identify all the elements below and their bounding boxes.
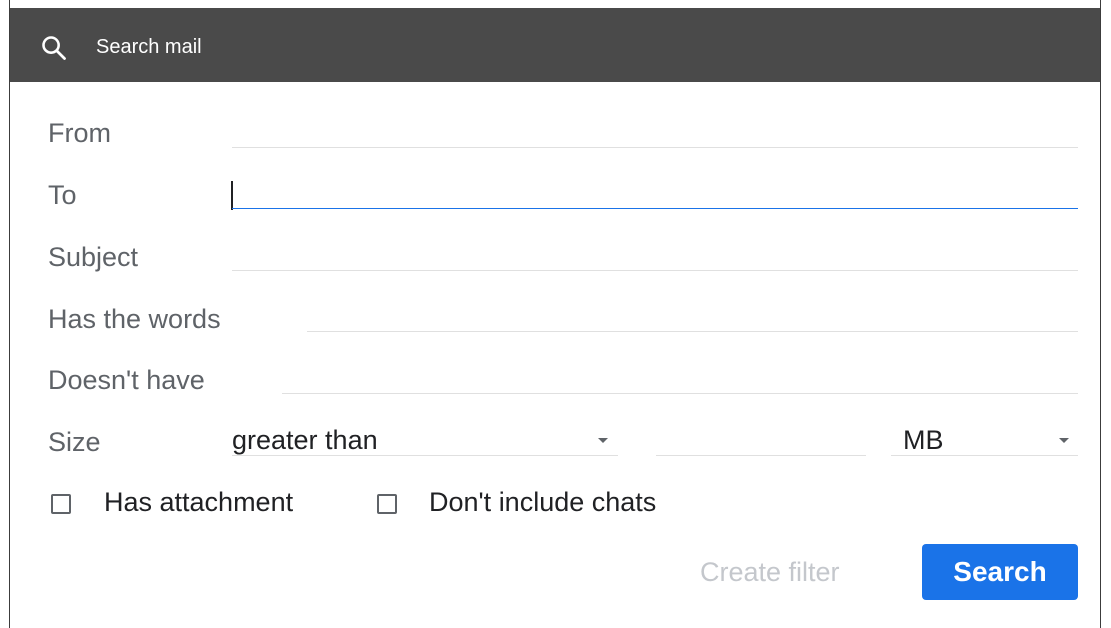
search-icon[interactable] <box>40 34 68 62</box>
has-attachment-label[interactable]: Has attachment <box>104 486 293 518</box>
size-operator-caret-icon[interactable] <box>598 438 608 443</box>
search-button[interactable]: Search <box>922 544 1078 600</box>
subject-underline <box>232 270 1078 271</box>
advanced-search-window: Search mail From To Subject Has the word… <box>0 0 1111 628</box>
from-label: From <box>48 118 111 148</box>
dont-include-chats-checkbox[interactable] <box>377 494 397 514</box>
has-attachment-checkbox[interactable] <box>51 494 71 514</box>
dont-include-chats-label[interactable]: Don't include chats <box>429 486 656 518</box>
window-left-edge <box>0 0 10 628</box>
size-unit-caret-icon[interactable] <box>1059 438 1069 443</box>
search-input-placeholder[interactable]: Search mail <box>96 35 202 59</box>
doesnt-have-input[interactable] <box>282 362 1077 392</box>
has-words-label: Has the words <box>48 304 221 334</box>
size-value-underline <box>656 455 866 456</box>
top-strip <box>0 0 1111 8</box>
size-unit-select[interactable]: MB <box>903 424 944 456</box>
subject-label: Subject <box>48 242 139 272</box>
subject-input[interactable] <box>232 239 1077 269</box>
size-unit-underline <box>891 455 1078 456</box>
has-words-input[interactable] <box>307 301 1077 331</box>
from-input[interactable] <box>232 115 1077 145</box>
size-operator-select[interactable]: greater than <box>232 424 378 456</box>
size-value-input[interactable] <box>656 423 866 453</box>
size-label: Size <box>48 427 101 457</box>
size-operator-underline <box>232 455 618 456</box>
to-label: To <box>48 180 77 210</box>
window-right-edge <box>1100 0 1111 628</box>
doesnt-have-underline <box>282 393 1078 394</box>
has-words-underline <box>307 331 1078 332</box>
to-underline <box>232 208 1078 209</box>
create-filter-button[interactable]: Create filter <box>700 556 840 588</box>
text-cursor <box>231 181 233 210</box>
from-underline <box>232 147 1078 148</box>
doesnt-have-label: Doesn't have <box>48 365 205 395</box>
to-input[interactable] <box>236 177 1077 207</box>
